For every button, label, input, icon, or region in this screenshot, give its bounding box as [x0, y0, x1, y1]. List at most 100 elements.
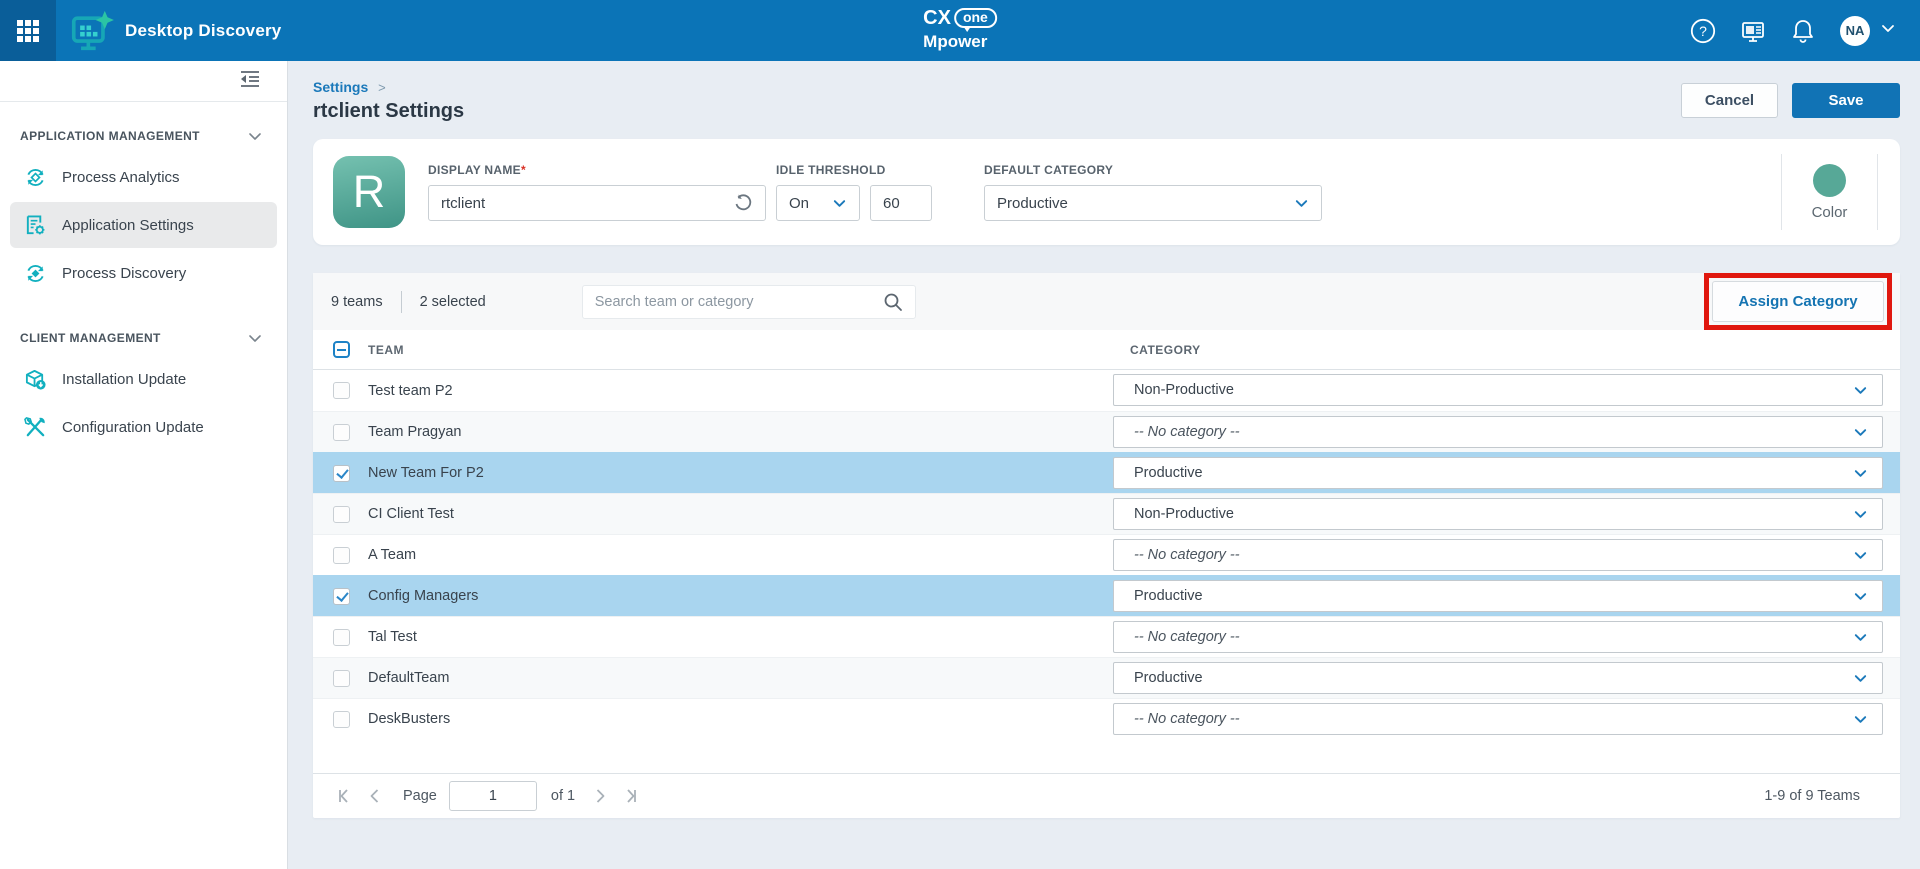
- row-checkbox[interactable]: [333, 629, 350, 646]
- table-row[interactable]: Test team P2 Non-Productive: [313, 370, 1900, 411]
- presentation-screen-icon: [1740, 18, 1766, 44]
- chevron-down-icon: [247, 128, 263, 144]
- default-category-label: DEFAULT CATEGORY: [984, 163, 1322, 177]
- row-checkbox[interactable]: [333, 382, 350, 399]
- category-select[interactable]: Productive: [1113, 580, 1883, 612]
- category-value: -- No category --: [1134, 711, 1853, 727]
- display-name-input[interactable]: [441, 195, 733, 212]
- chevron-down-icon: [1853, 507, 1868, 522]
- sidebar-item-process-discovery[interactable]: Process Discovery: [10, 250, 277, 296]
- color-swatch[interactable]: [1813, 164, 1846, 197]
- search-icon: [883, 292, 903, 312]
- section-client-management[interactable]: CLIENT MANAGEMENT: [0, 330, 287, 346]
- presentation-button[interactable]: [1740, 18, 1766, 44]
- previous-page-button[interactable]: [364, 785, 386, 807]
- table-row[interactable]: A Team -- No category --: [313, 534, 1900, 575]
- section-label: APPLICATION MANAGEMENT: [20, 129, 200, 143]
- team-column-header: TEAM: [368, 343, 404, 357]
- help-button[interactable]: ?: [1690, 18, 1716, 44]
- select-all-checkbox[interactable]: [333, 341, 350, 358]
- teams-table-body: Test team P2 Non-Productive Team Pragyan…: [313, 370, 1900, 739]
- assign-category-button[interactable]: Assign Category: [1712, 281, 1884, 322]
- idle-threshold-seconds-input[interactable]: 60: [870, 185, 932, 221]
- team-name: Tal Test: [368, 629, 417, 645]
- table-row[interactable]: DefaultTeam Productive: [313, 657, 1900, 698]
- category-value: -- No category --: [1134, 629, 1853, 645]
- category-value: Productive: [1134, 670, 1853, 686]
- idle-threshold-label: IDLE THRESHOLD: [776, 163, 932, 177]
- category-select[interactable]: -- No category --: [1113, 703, 1883, 735]
- team-search-input[interactable]: [595, 294, 883, 310]
- notifications-button[interactable]: [1790, 18, 1816, 44]
- chevron-right-icon: [591, 787, 609, 805]
- user-menu-button[interactable]: [1880, 20, 1896, 41]
- category-select[interactable]: Non-Productive: [1113, 374, 1883, 406]
- row-checkbox[interactable]: [333, 670, 350, 687]
- table-row[interactable]: DeskBusters -- No category --: [313, 698, 1900, 739]
- client-settings-card: R DISPLAY NAME* IDLE THRESHOLD: [313, 139, 1900, 245]
- category-select[interactable]: Productive: [1113, 662, 1883, 694]
- reset-name-button[interactable]: [733, 193, 753, 213]
- table-row[interactable]: CI Client Test Non-Productive: [313, 493, 1900, 534]
- app-brand: Desktop Discovery: [70, 10, 281, 52]
- logo-one-bubble: one: [954, 8, 997, 28]
- category-select[interactable]: Non-Productive: [1113, 498, 1883, 530]
- category-select[interactable]: -- No category --: [1113, 416, 1883, 448]
- row-checkbox[interactable]: [333, 547, 350, 564]
- app-title: Desktop Discovery: [125, 21, 281, 41]
- first-page-button[interactable]: [333, 785, 355, 807]
- collapse-panel-icon: [239, 69, 261, 89]
- annotation-highlight: Assign Category: [1704, 273, 1892, 330]
- sidebar-item-label: Configuration Update: [62, 419, 204, 436]
- main-content: Settings > rtclient Settings Cancel Save…: [288, 61, 1920, 869]
- row-checkbox[interactable]: [333, 588, 350, 605]
- table-row[interactable]: Team Pragyan -- No category --: [313, 411, 1900, 452]
- default-category-select[interactable]: Productive: [984, 185, 1322, 221]
- breadcrumb-separator: >: [378, 80, 386, 95]
- teams-count: 9 teams: [331, 294, 383, 310]
- chevron-down-icon: [1853, 383, 1868, 398]
- category-select[interactable]: -- No category --: [1113, 621, 1883, 653]
- sidebar-collapse-button[interactable]: [239, 69, 261, 94]
- svg-text:?: ?: [1699, 23, 1707, 39]
- sidebar-item-process-analytics[interactable]: Process Analytics: [10, 154, 277, 200]
- divider: [401, 291, 402, 313]
- sidebar-item-label: Application Settings: [62, 217, 194, 234]
- display-name-field-wrap: [428, 185, 766, 221]
- sidebar-item-application-settings[interactable]: Application Settings: [10, 202, 277, 248]
- next-page-button[interactable]: [589, 785, 611, 807]
- row-checkbox[interactable]: [333, 711, 350, 728]
- team-name: Test team P2: [368, 383, 453, 399]
- app-launcher-button[interactable]: [0, 0, 56, 61]
- category-value: Productive: [1134, 465, 1853, 481]
- chevron-down-icon: [832, 196, 847, 211]
- breadcrumb-settings-link[interactable]: Settings: [313, 79, 368, 95]
- row-checkbox[interactable]: [333, 506, 350, 523]
- chevron-left-icon: [366, 787, 384, 805]
- selected-count: 2 selected: [420, 294, 486, 310]
- table-row[interactable]: Config Managers Productive: [313, 575, 1900, 616]
- row-checkbox[interactable]: [333, 465, 350, 482]
- sidebar: APPLICATION MANAGEMENT Process Analytics: [0, 61, 288, 869]
- idle-toggle-value: On: [789, 195, 809, 212]
- installation-update-icon: [23, 367, 47, 391]
- last-page-button[interactable]: [620, 785, 642, 807]
- cancel-button[interactable]: Cancel: [1681, 83, 1778, 118]
- chevron-down-icon: [1853, 589, 1868, 604]
- breadcrumb: Settings >: [313, 79, 464, 95]
- category-select[interactable]: Productive: [1113, 457, 1883, 489]
- sidebar-item-configuration-update[interactable]: Configuration Update: [10, 404, 277, 450]
- row-checkbox[interactable]: [333, 424, 350, 441]
- save-button[interactable]: Save: [1792, 83, 1900, 118]
- section-application-management[interactable]: APPLICATION MANAGEMENT: [0, 128, 287, 144]
- table-row[interactable]: Tal Test -- No category --: [313, 616, 1900, 657]
- user-avatar[interactable]: NA: [1840, 16, 1870, 46]
- page-label: Page: [403, 788, 437, 804]
- category-select[interactable]: -- No category --: [1113, 539, 1883, 571]
- chevron-down-icon: [1880, 20, 1896, 36]
- category-value: -- No category --: [1134, 547, 1853, 563]
- idle-threshold-toggle-select[interactable]: On: [776, 185, 860, 221]
- sidebar-item-installation-update[interactable]: Installation Update: [10, 356, 277, 402]
- table-row[interactable]: New Team For P2 Productive: [313, 452, 1900, 493]
- page-number-input[interactable]: [449, 781, 537, 811]
